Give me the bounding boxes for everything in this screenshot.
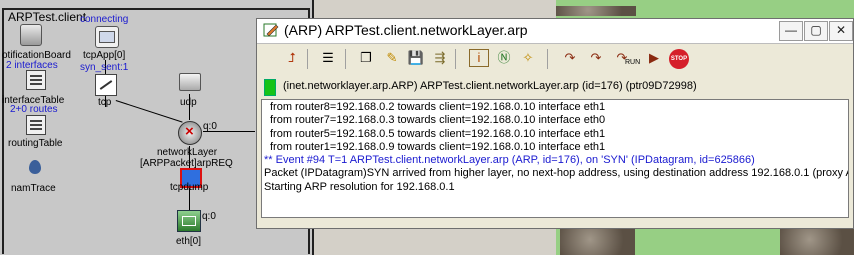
node-udp[interactable]: [179, 73, 201, 94]
stop-button[interactable]: STOP: [669, 49, 689, 69]
eth-queue: q:0: [202, 211, 216, 222]
network-layer-icon: [178, 121, 202, 145]
list-icon[interactable]: ☰: [319, 49, 337, 67]
log-line: ** Event #94 T=1 ARPTest.client.networkL…: [264, 154, 755, 167]
maximize-button[interactable]: ▢: [804, 21, 828, 41]
log-line: Starting ARP resolution for 192.168.0.1: [264, 180, 455, 193]
log-line: from router1=192.168.0.9 towards client=…: [270, 140, 606, 153]
tcp-app-label: tcpApp[0]: [83, 50, 126, 61]
nam-trace-icon: [27, 158, 43, 178]
fast-run-icon[interactable]: ↷: [587, 49, 605, 67]
routing-table-icon: [26, 115, 46, 135]
tcp-icon: [95, 74, 117, 96]
close-button[interactable]: ✕: [829, 21, 853, 41]
node-tcp[interactable]: [95, 74, 117, 99]
save-icon[interactable]: 💾: [407, 49, 425, 67]
toolbar: ⮥ ☰ ❐ ✎ 💾 ⇶ i Ⓝ ✧ ↷ ↷ ↷ RUN ▶ STOP: [257, 45, 853, 75]
network-icon[interactable]: Ⓝ: [495, 49, 513, 67]
routing-table-label: routingTable: [8, 138, 63, 149]
tcp-status: syn_sent:1: [80, 62, 129, 73]
go-up-icon[interactable]: ⮥: [283, 49, 301, 67]
toolbar-separator: [455, 49, 456, 69]
module-title: ARPTest.client: [6, 10, 89, 24]
object-info: (inet.networklayer.arp.ARP) ARPTest.clie…: [283, 80, 697, 92]
tcp-app-status: connecting: [80, 14, 129, 25]
window-titlebar[interactable]: (ARP) ARPTest.client.networkLayer.arp — …: [257, 19, 853, 44]
step-icon[interactable]: ↷: [561, 49, 579, 67]
node-eth[interactable]: [177, 210, 201, 235]
node-notification-board[interactable]: [20, 24, 42, 49]
notification-board-icon: [20, 24, 42, 46]
log-line: from router7=192.168.0.3 towards client=…: [270, 114, 606, 127]
express-run-icon[interactable]: ▶: [645, 49, 663, 67]
network-layer-queue: q:0: [203, 121, 217, 132]
tcp-label: tcp: [98, 97, 112, 108]
object-info-bar: (inet.networklayer.arp.ARP) ARPTest.clie…: [261, 77, 849, 97]
background-photo: [560, 229, 635, 255]
status-indicator: [264, 79, 276, 96]
interface-table-sublabel: 2+0 routes: [10, 104, 58, 115]
run-label: RUN: [625, 59, 641, 66]
node-interface-table[interactable]: [26, 70, 46, 93]
tcpdump-label: tcpdump: [170, 182, 209, 193]
arp-inspector-window[interactable]: (ARP) ARPTest.client.networkLayer.arp — …: [256, 18, 854, 229]
nam-trace-label: namTrace: [11, 183, 56, 194]
network-layer-label: networkLayer: [157, 147, 218, 158]
node-network-layer[interactable]: [178, 121, 202, 148]
pencil-icon: [263, 23, 279, 37]
node-routing-table[interactable]: [26, 115, 46, 138]
minimize-button[interactable]: —: [779, 21, 803, 41]
toolbar-separator: [307, 49, 308, 69]
node-nam-trace[interactable]: [27, 158, 43, 181]
filter-icon[interactable]: ⇶: [431, 49, 449, 67]
eth-label: eth[0]: [176, 236, 202, 247]
eth-icon: [177, 210, 201, 232]
log-line: from router5=192.168.0.5 towards client=…: [270, 127, 606, 140]
log-line: Packet (IPDatagram)SYN arrived from high…: [264, 167, 849, 180]
window-title: (ARP) ARPTest.client.networkLayer.arp: [284, 22, 528, 38]
tcp-app-icon: [95, 26, 119, 48]
find-object-icon[interactable]: ✧: [519, 49, 537, 67]
copy-icon[interactable]: ❐: [357, 49, 375, 67]
udp-label: udp: [180, 97, 197, 108]
toolbar-separator: [345, 49, 346, 69]
background-photo: [556, 6, 636, 16]
udp-icon: [179, 73, 201, 91]
node-tcp-app[interactable]: [95, 26, 119, 51]
find-icon[interactable]: ✎: [383, 49, 401, 67]
log-line: from router8=192.168.0.2 towards client=…: [270, 101, 606, 113]
background-photo: [780, 229, 854, 255]
event-log[interactable]: from router8=192.168.0.2 towards client=…: [261, 99, 849, 218]
interface-table-icon: [26, 70, 46, 90]
info-icon[interactable]: i: [469, 49, 489, 67]
toolbar-separator: [547, 49, 548, 69]
